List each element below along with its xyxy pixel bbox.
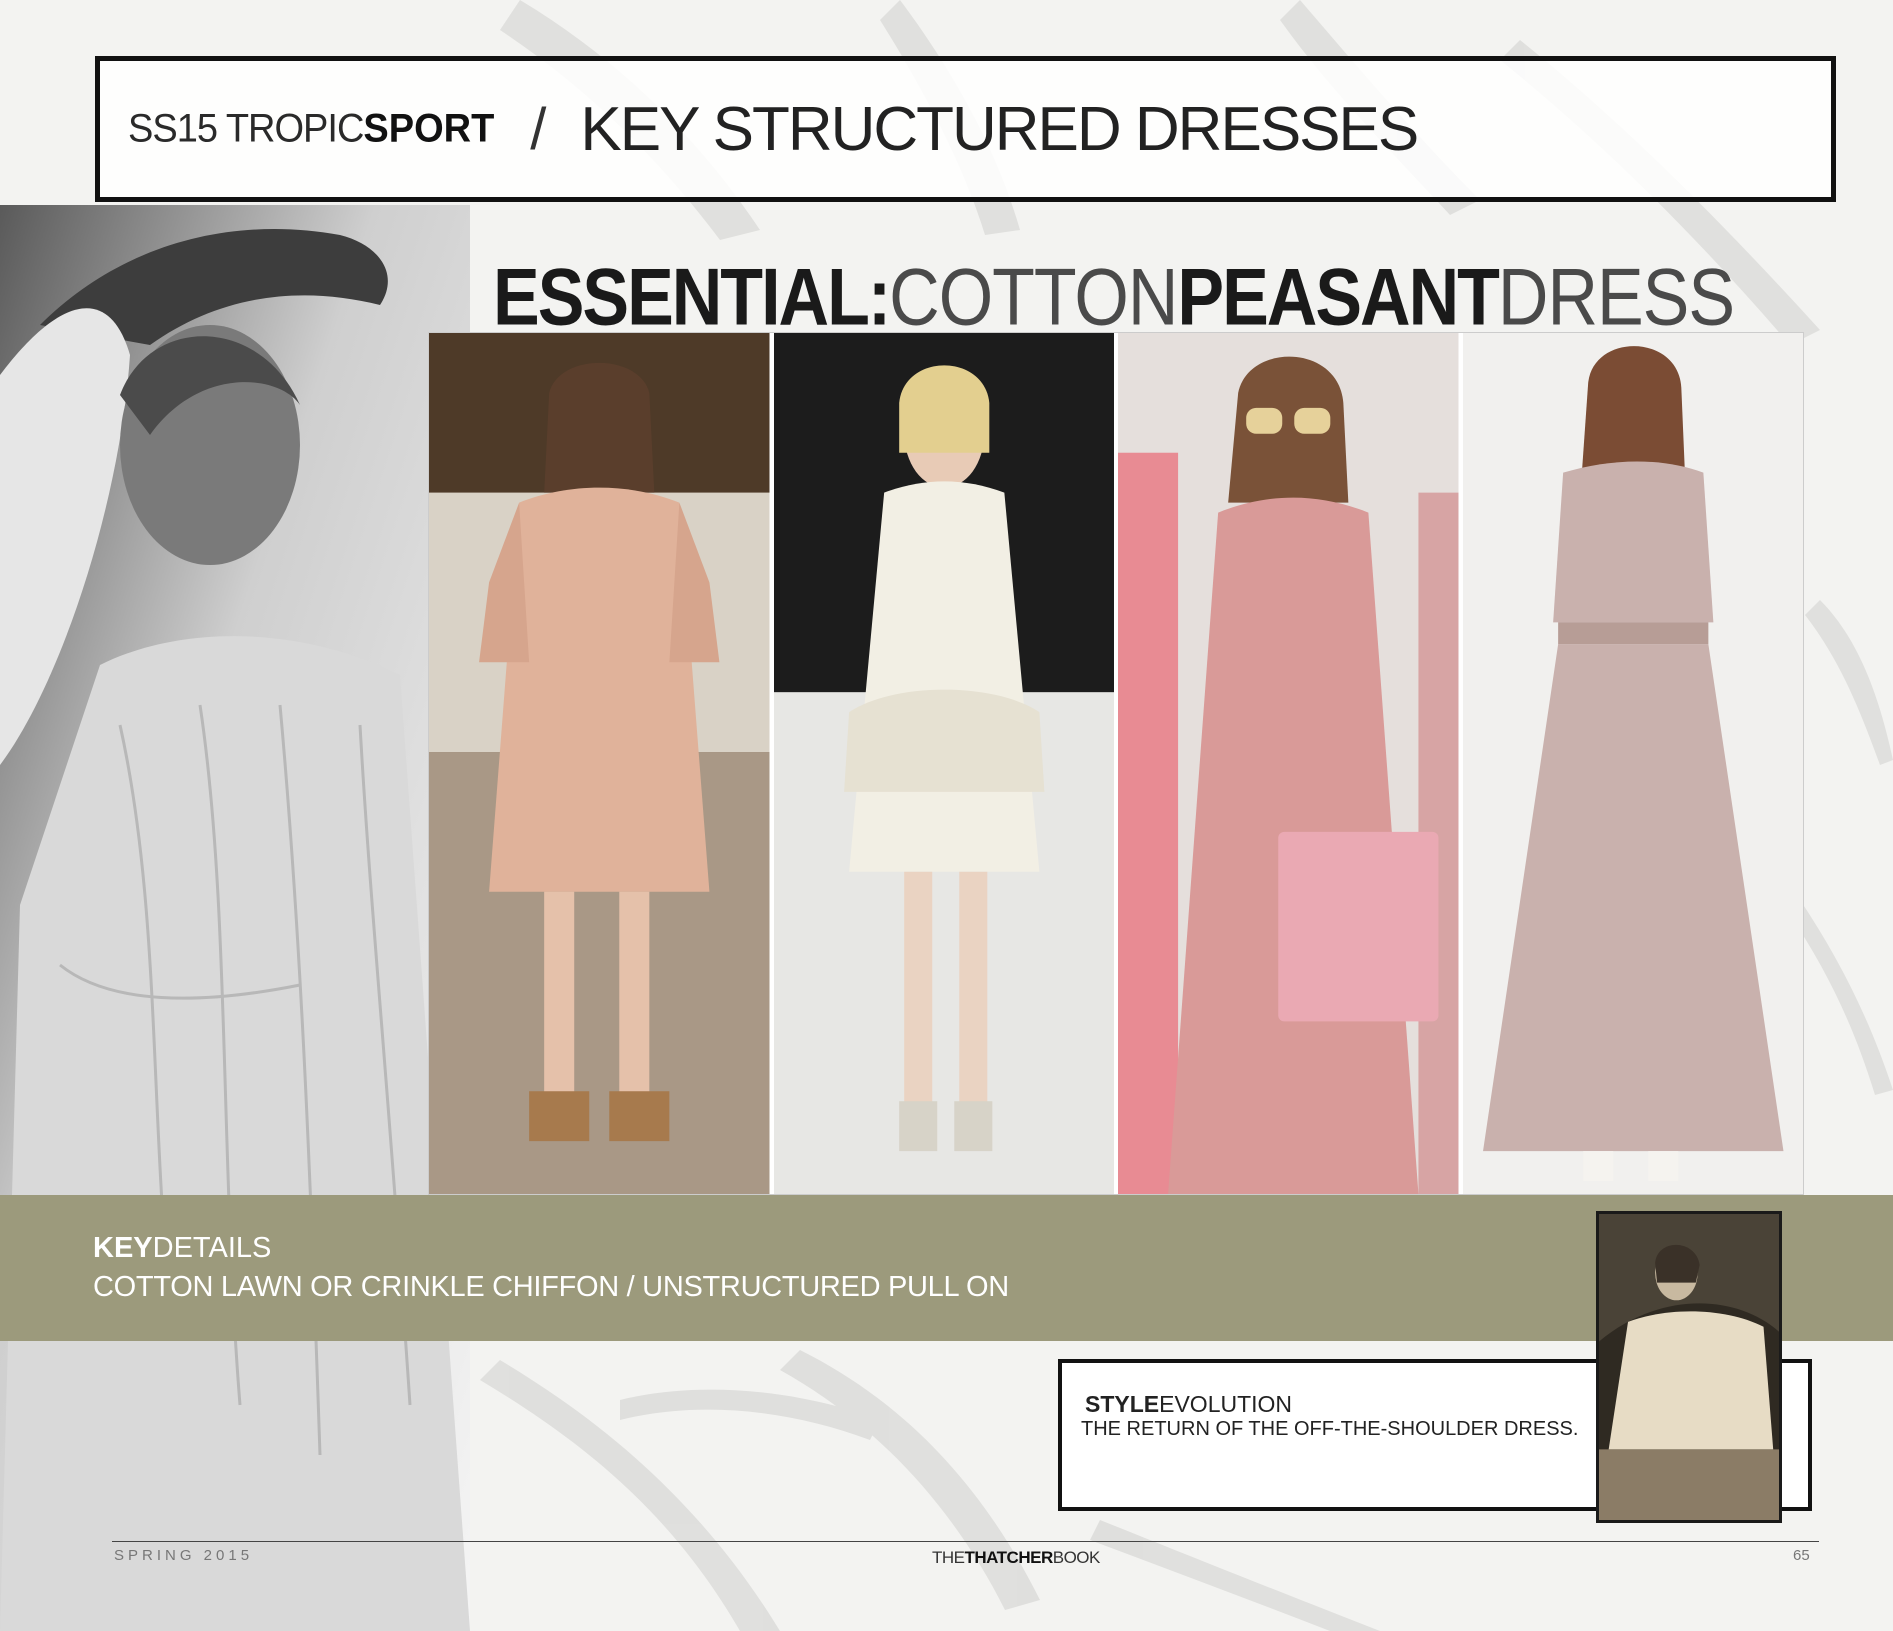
page-title: KEY STRUCTURED DRESSES [580,94,1419,164]
essential-heading-bold-2: PEASANT [1177,252,1499,342]
photo-model-mauve-dress [1462,333,1803,1194]
photo-model-peach-dress [429,333,770,1194]
photo-model-pink-dress [1118,333,1459,1194]
section-label: SS15 TROPICSPORT [128,106,494,151]
photo-vintage-off-shoulder [1596,1211,1782,1523]
dress-photo-strip [428,332,1804,1195]
footer-publication-bold: THATCHER [964,1548,1054,1567]
footer-publication-the: THE [932,1548,965,1567]
key-details-heading-light: DETAILS [152,1232,272,1264]
essential-heading-light-1: COTTON [889,252,1178,342]
key-details-text: COTTON LAWN OR CRINKLE CHIFFON / UNSTRUC… [93,1271,1009,1303]
essential-heading-light-2: DRESS [1497,252,1735,342]
style-evolution-description: THE RETURN OF THE OFF-THE-SHOULDER DRESS… [1081,1418,1579,1440]
essential-heading-bold-1: ESSENTIAL: [493,252,891,342]
essential-heading: ESSENTIAL:COTTONPEASANTDRESS [493,257,1735,338]
footer-publication: THETHATCHERBOOK [932,1548,1100,1568]
photo-model-white-dress [773,333,1114,1194]
style-evolution-heading: STYLEEVOLUTION [1085,1391,1292,1418]
header-separator: / [530,96,547,162]
section-label-bold: SPORT [363,106,495,151]
header-title-box: SS15 TROPICSPORT / KEY STRUCTURED DRESSE… [95,56,1836,202]
section-label-light: SS15 TROPIC [128,106,364,151]
page-number: 65 [1793,1547,1810,1564]
key-details-heading-bold: KEY [93,1232,153,1264]
style-evolution-heading-light: EVOLUTION [1159,1391,1293,1417]
footer-issue: SPRING 2015 [114,1547,254,1564]
footer-publication-book: BOOK [1052,1548,1101,1567]
editorial-photo-bw [0,205,470,1631]
key-details: KEYDETAILS COTTON LAWN OR CRINKLE CHIFFO… [93,1232,1009,1304]
key-details-heading: KEYDETAILS [93,1232,1009,1265]
style-evolution-heading-bold: STYLE [1085,1391,1160,1417]
footer-divider [112,1541,1819,1542]
